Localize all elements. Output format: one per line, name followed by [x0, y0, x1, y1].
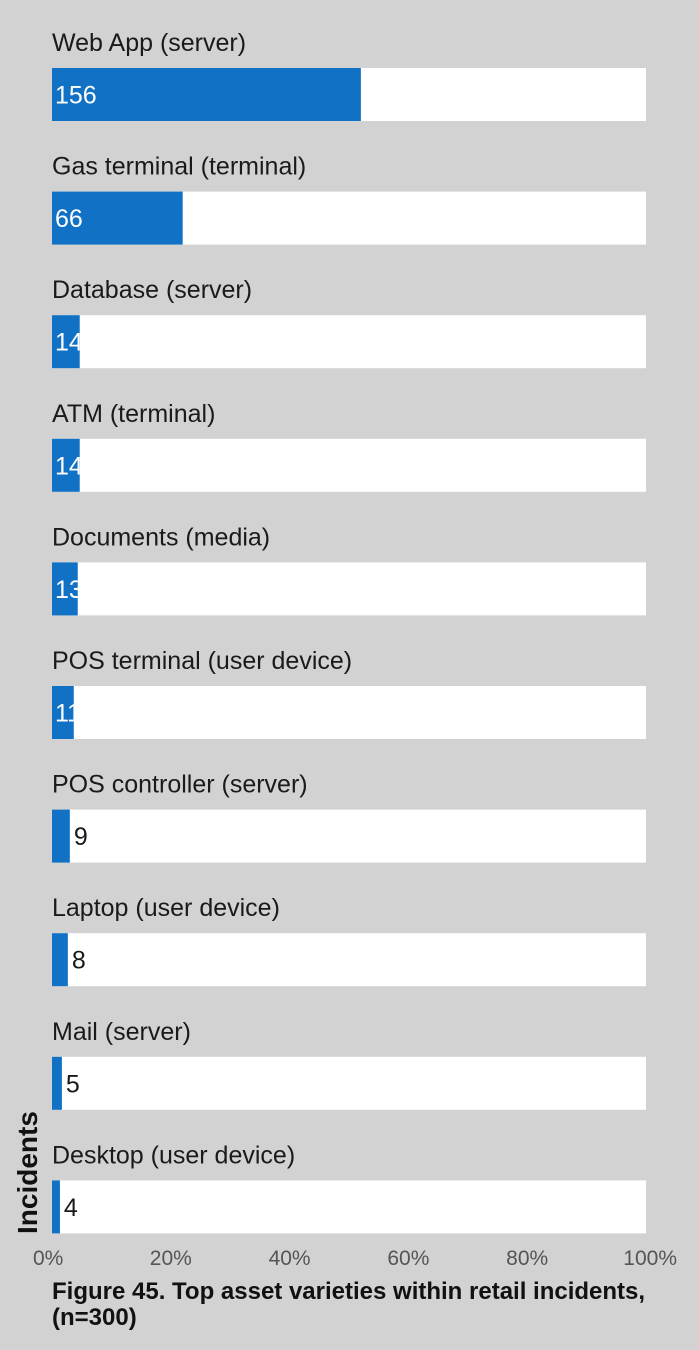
x-tick-label: 80%: [506, 1247, 548, 1270]
bar-track: [52, 438, 646, 492]
bar: [52, 809, 70, 863]
value-label: 4: [64, 1194, 78, 1222]
bar: [52, 1180, 60, 1234]
bar-row: Gas terminal (terminal) 66: [52, 153, 646, 245]
value-label: 8: [72, 947, 86, 975]
x-tick-label: 60%: [387, 1247, 429, 1270]
bar-row: Desktop (user device) 4: [52, 1141, 646, 1234]
x-tick-label: 20%: [150, 1247, 192, 1270]
category-label: POS terminal (user device): [52, 647, 352, 675]
category-label: Documents (media): [52, 523, 270, 551]
bar-track: [52, 562, 646, 616]
figure-caption: Figure 45. Top asset varieties within re…: [52, 1278, 646, 1331]
x-tick-label: 0%: [33, 1247, 63, 1270]
category-label: Laptop (user device): [52, 894, 280, 922]
bar-track: [52, 1180, 646, 1234]
bar-chart: Web App (server) 156 Gas terminal (termina…: [12, 29, 677, 1270]
category-label: Database (server): [52, 276, 252, 304]
bar: [52, 933, 68, 987]
bar-track: [52, 809, 646, 863]
bar-row: Mail (server) 5: [52, 1018, 646, 1110]
category-label: ATM (terminal): [52, 400, 215, 428]
value-label: 14: [55, 452, 83, 480]
category-label: POS controller (server): [52, 771, 308, 799]
bar: [52, 68, 361, 121]
bar-row: POS terminal (user device)11: [52, 647, 646, 739]
bar-track: [52, 933, 646, 987]
x-tick-label: 100%: [623, 1247, 677, 1270]
bar-track: [52, 686, 646, 739]
y-axis-label: Incidents: [12, 1111, 43, 1234]
category-label: Gas terminal (terminal): [52, 153, 306, 181]
bar-row: ATM (terminal) 14: [52, 400, 646, 492]
category-label: Mail (server): [52, 1018, 191, 1046]
category-label: Web App (server): [52, 29, 246, 57]
value-label: 9: [74, 823, 88, 851]
value-label: 14: [55, 329, 83, 357]
bar-row: POS controller (server) 9: [52, 771, 646, 863]
bar-row: Database (server) 14: [52, 276, 646, 369]
bar-track: [52, 1056, 646, 1110]
bar-row: Documents (media)13: [52, 523, 646, 616]
category-label: Desktop (user device): [52, 1141, 295, 1169]
x-axis-ticks: 0% 20% 40% 60% 80% 100%: [33, 1247, 677, 1270]
bar-rows: Web App (server) 156 Gas terminal (termina…: [52, 29, 646, 1234]
value-label: 5: [66, 1070, 80, 1098]
value-label: 66: [55, 205, 83, 233]
bar-row: Laptop (user device) 8: [52, 894, 646, 987]
bar-track: [52, 315, 646, 369]
x-tick-label: 40%: [269, 1247, 311, 1270]
value-label: 156: [55, 82, 97, 110]
bar: [52, 1056, 62, 1110]
bar-row: Web App (server) 156: [52, 29, 646, 121]
